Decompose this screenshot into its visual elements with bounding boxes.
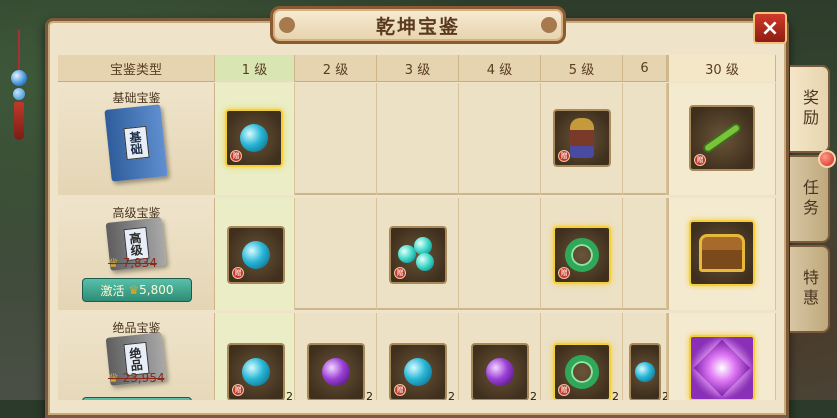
- reward-table: 宝鉴类型 1 级 2 级 3 级 4 级 5 级 6 30 级 基础宝鉴 基础 …: [58, 55, 776, 400]
- header-level: 2 级: [295, 55, 377, 82]
- activate-button[interactable]: 激活 ♛ 5,800: [82, 278, 192, 302]
- cloud-ornament-icon: [279, 17, 295, 33]
- reward-item[interactable]: 2: [471, 343, 537, 400]
- cloud-ornament-icon: [541, 17, 557, 33]
- header-level: 30 级: [667, 55, 776, 82]
- reward-item[interactable]: 2: [307, 343, 373, 400]
- close-button[interactable]: ×: [753, 12, 787, 44]
- reward-item[interactable]: 赠: [225, 109, 283, 167]
- row-name: 绝品宝鉴: [112, 321, 161, 335]
- reward-cell: 赠: [541, 83, 623, 195]
- reward-item[interactable]: 赠: [553, 226, 611, 284]
- table-row: 绝品宝鉴 绝品 ♛ 23,954 赠2 2 赠2 2 赠 2 2: [58, 313, 776, 400]
- reward-cell: 赠: [541, 198, 623, 310]
- panel-title: 乾坤宝鉴: [375, 15, 460, 38]
- reward-cell: [623, 83, 667, 195]
- table-row: 高级宝鉴 高级 ♛ 7,834 激活 ♛ 5,800 赠 赠 赠: [58, 198, 776, 310]
- reward-item[interactable]: 赠2: [553, 343, 619, 400]
- row-name: 基础宝鉴: [112, 91, 161, 105]
- reward-item[interactable]: 赠2: [389, 343, 455, 400]
- blue-orb-icon: [404, 358, 432, 386]
- reward-item[interactable]: 赠: [689, 105, 755, 171]
- title-plate: 乾坤宝鉴: [270, 6, 566, 44]
- reward-cell: 赠: [667, 83, 776, 195]
- jade-pendant-icon: [565, 238, 599, 272]
- reward-cell: 赠: [377, 198, 459, 310]
- reward-item[interactable]: 赠2: [227, 343, 293, 400]
- reward-item[interactable]: 赠: [389, 226, 447, 284]
- blue-orb-icon: [242, 358, 270, 386]
- reward-cell: 赠: [215, 198, 295, 310]
- reward-item[interactable]: 赠: [227, 226, 285, 284]
- crown-icon: ♛: [128, 283, 140, 297]
- hanging-lantern-decoration: [8, 30, 30, 140]
- reward-cell: 2: [295, 313, 377, 400]
- reward-cell: 赠2: [215, 313, 295, 400]
- jade-pendant-icon: [565, 355, 599, 389]
- reward-item[interactable]: 赠: [553, 109, 611, 167]
- reward-cell: [377, 83, 459, 195]
- header-level: 1 级: [215, 55, 295, 82]
- reward-cell: [667, 198, 776, 310]
- type-cell: 高级宝鉴 高级 ♛ 7,834 激活 ♛ 5,800: [58, 198, 215, 310]
- book-icon: 基础: [104, 104, 168, 182]
- reward-cell: 赠2: [377, 313, 459, 400]
- header-type: 宝鉴类型: [58, 55, 215, 82]
- reward-cell: [667, 313, 776, 400]
- original-price: ♛ 7,834: [108, 256, 157, 270]
- type-cell: 绝品宝鉴 绝品 ♛ 23,954: [58, 313, 215, 400]
- header-level: 6: [623, 55, 667, 82]
- reward-item[interactable]: [689, 335, 755, 400]
- reward-cell: [623, 198, 667, 310]
- table-header: 宝鉴类型 1 级 2 级 3 级 4 级 5 级 6 30 级: [58, 55, 776, 82]
- reward-cell: [459, 198, 541, 310]
- reward-cell: 2: [459, 313, 541, 400]
- original-price: ♛ 23,954: [108, 371, 165, 385]
- header-level: 4 级: [459, 55, 541, 82]
- reward-cell: 2: [623, 313, 669, 400]
- tab-offers[interactable]: 特惠: [790, 245, 830, 333]
- blue-orb-icon: [635, 362, 655, 382]
- blue-orb-icon: [240, 124, 268, 152]
- green-bow-icon: [703, 124, 741, 152]
- tab-rewards[interactable]: 奖励: [790, 65, 830, 153]
- reward-item[interactable]: [689, 220, 755, 286]
- row-name: 高级宝鉴: [112, 206, 161, 220]
- header-level: 3 级: [377, 55, 459, 82]
- warrior-figure-icon: [570, 118, 594, 158]
- reward-cell: [295, 83, 377, 195]
- purple-orb-icon: [486, 358, 514, 386]
- treasure-chest-icon: [699, 234, 745, 272]
- close-icon: ×: [760, 15, 780, 41]
- reward-cell: 赠2: [541, 313, 623, 400]
- blue-orb-icon: [242, 241, 270, 269]
- reward-cell: [295, 198, 377, 310]
- header-level: 5 级: [541, 55, 623, 82]
- purple-orb-icon: [322, 358, 350, 386]
- tab-tasks[interactable]: 任务: [790, 155, 830, 243]
- reward-cell: 赠: [215, 83, 295, 195]
- reward-item[interactable]: 2: [629, 343, 669, 400]
- type-cell: 基础宝鉴 基础: [58, 83, 215, 195]
- purple-crystal-icon: [693, 339, 751, 397]
- notification-dot-icon: [818, 150, 836, 168]
- side-tabs: 奖励 任务 特惠: [790, 65, 832, 335]
- reward-cell: [459, 83, 541, 195]
- table-row: 基础宝鉴 基础 赠 赠 赠: [58, 83, 776, 195]
